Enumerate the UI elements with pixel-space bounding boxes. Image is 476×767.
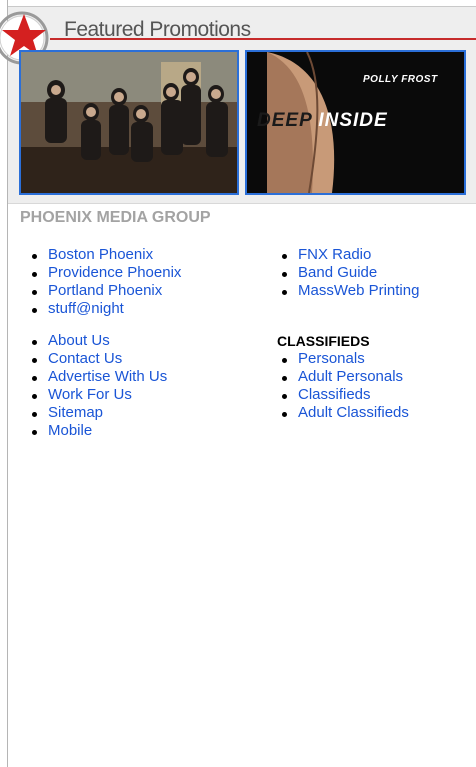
classifieds-list: Personals Adult Personals Classifieds Ad…: [278, 350, 409, 422]
list-item[interactable]: Mobile: [28, 422, 167, 440]
promo-title-word2: INSIDE: [318, 110, 388, 131]
promo-title-word1: DEEP: [257, 110, 313, 131]
list-item[interactable]: Adult Classifieds: [278, 404, 409, 422]
promo-author: POLLY FROST: [363, 74, 438, 85]
link-personals[interactable]: Personals: [298, 350, 365, 367]
list-item[interactable]: Boston Phoenix: [28, 246, 181, 264]
list-item[interactable]: stuff@night: [28, 300, 181, 318]
band-photo-image: [21, 52, 237, 193]
list-item[interactable]: Sitemap: [28, 404, 167, 422]
list-item[interactable]: FNX Radio: [278, 246, 419, 264]
link-advertise-with-us[interactable]: Advertise With Us: [48, 368, 167, 385]
phoenix-media-group-heading: PHOENIX MEDIA GROUP: [20, 209, 211, 226]
publications-list: Boston Phoenix Providence Phoenix Portla…: [28, 246, 181, 318]
company-links-list: About Us Contact Us Advertise With Us Wo…: [28, 332, 167, 440]
list-item[interactable]: Advertise With Us: [28, 368, 167, 386]
link-band-guide[interactable]: Band Guide: [298, 264, 377, 281]
link-classifieds[interactable]: Classifieds: [298, 386, 371, 403]
link-providence-phoenix[interactable]: Providence Phoenix: [48, 264, 181, 281]
list-item[interactable]: Classifieds: [278, 386, 409, 404]
link-mobile[interactable]: Mobile: [48, 422, 92, 439]
list-item[interactable]: Band Guide: [278, 264, 419, 282]
link-adult-personals[interactable]: Adult Personals: [298, 368, 403, 385]
list-item[interactable]: Work For Us: [28, 386, 167, 404]
link-boston-phoenix[interactable]: Boston Phoenix: [48, 246, 153, 263]
link-work-for-us[interactable]: Work For Us: [48, 386, 132, 403]
promo-title: DEEP INSIDE: [257, 110, 388, 132]
link-portland-phoenix[interactable]: Portland Phoenix: [48, 282, 162, 299]
link-massweb-printing[interactable]: MassWeb Printing: [298, 282, 419, 299]
link-adult-classifieds[interactable]: Adult Classifieds: [298, 404, 409, 421]
list-item[interactable]: Personals: [278, 350, 409, 368]
media-links-list: FNX Radio Band Guide MassWeb Printing: [278, 246, 419, 300]
link-about-us[interactable]: About Us: [48, 332, 110, 349]
link-contact-us[interactable]: Contact Us: [48, 350, 122, 367]
link-stuff-at-night[interactable]: stuff@night: [48, 300, 124, 317]
list-item[interactable]: About Us: [28, 332, 167, 350]
list-item[interactable]: Adult Personals: [278, 368, 409, 386]
header-underline: [50, 38, 476, 40]
link-fnx-radio[interactable]: FNX Radio: [298, 246, 371, 263]
promo-deep-inside[interactable]: POLLY FROST DEEP INSIDE: [245, 50, 466, 195]
list-item[interactable]: Portland Phoenix: [28, 282, 181, 300]
classifieds-heading: CLASSIFIEDS: [277, 333, 370, 349]
link-sitemap[interactable]: Sitemap: [48, 404, 103, 421]
promo-band-photo[interactable]: [19, 50, 239, 195]
list-item[interactable]: MassWeb Printing: [278, 282, 419, 300]
list-item[interactable]: Providence Phoenix: [28, 264, 181, 282]
featured-promotions-header: Featured Promotions: [8, 7, 476, 43]
list-item[interactable]: Contact Us: [28, 350, 167, 368]
